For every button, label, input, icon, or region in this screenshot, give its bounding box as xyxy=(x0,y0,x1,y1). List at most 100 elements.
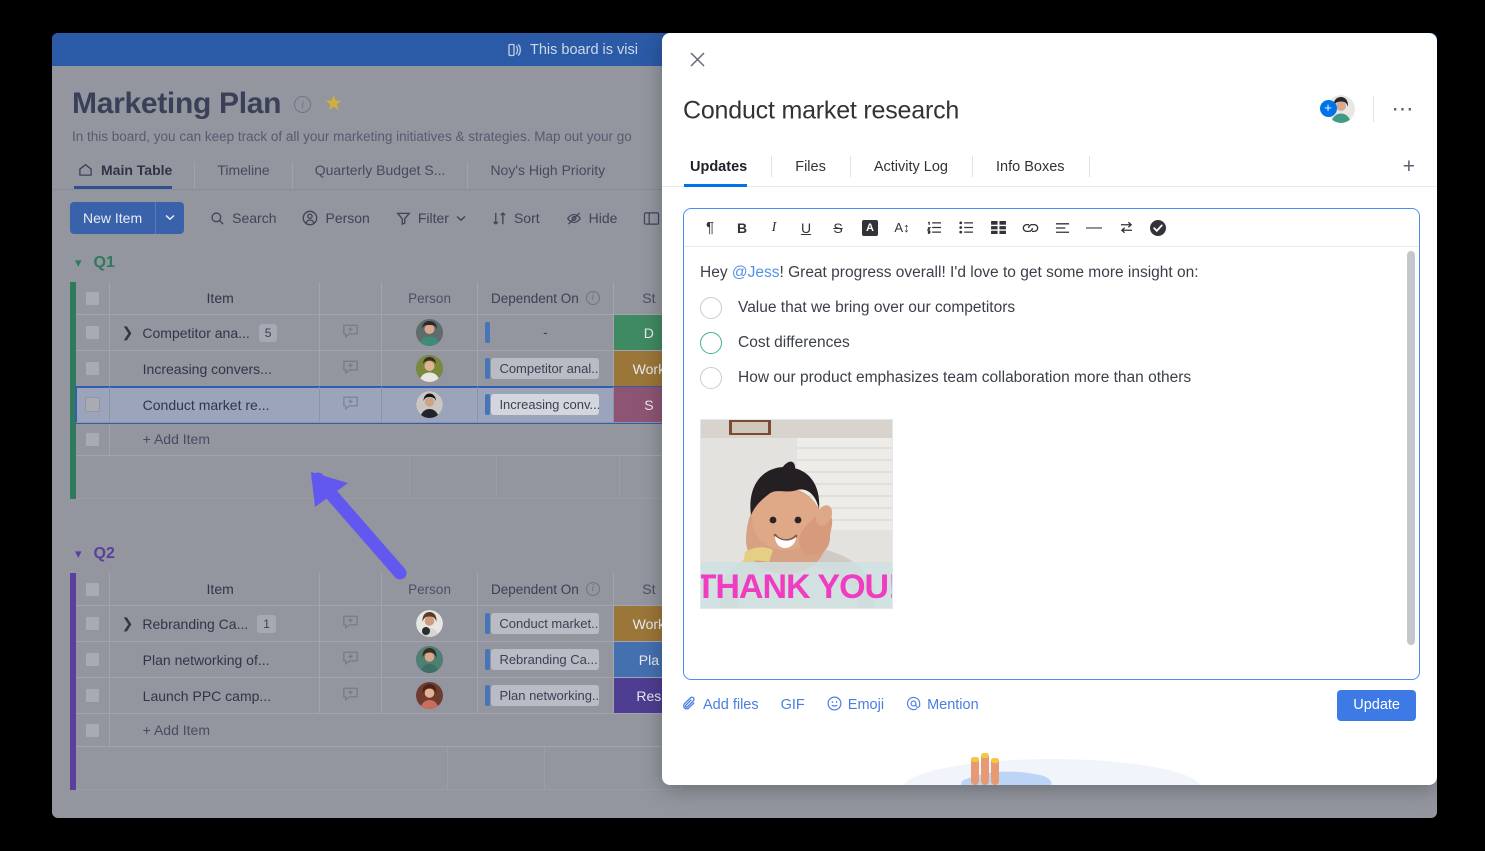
checkbox-unchecked-icon[interactable] xyxy=(700,297,722,320)
bulleted-list-icon[interactable] xyxy=(950,213,982,243)
select-all-checkbox[interactable] xyxy=(84,290,100,306)
row-checkbox-cell[interactable] xyxy=(76,387,110,423)
thank-you-gif[interactable]: THANK YOU! xyxy=(700,419,893,610)
avatar[interactable] xyxy=(416,610,444,637)
board-tab-main-table[interactable]: Main Table xyxy=(70,162,194,189)
indent-icon[interactable] xyxy=(1110,213,1142,243)
row-item-cell[interactable]: Plan networking of... xyxy=(109,642,320,678)
avatar[interactable]: + xyxy=(1319,95,1355,123)
add-item-button[interactable]: + Add Item xyxy=(109,423,320,456)
favorite-star-icon[interactable]: ★ xyxy=(324,93,343,114)
filter-button[interactable]: Filter xyxy=(396,210,466,226)
avatar[interactable] xyxy=(416,646,444,673)
row-checkbox[interactable] xyxy=(84,325,100,340)
hide-button[interactable]: Hide xyxy=(566,210,617,226)
row-person-cell[interactable] xyxy=(382,351,479,387)
row-updates-cell[interactable] xyxy=(319,315,383,351)
column-header-dependent-on[interactable]: Dependent On i xyxy=(478,282,614,315)
add-update-icon[interactable] xyxy=(341,648,360,672)
avatar[interactable] xyxy=(416,391,444,418)
row-checkbox[interactable] xyxy=(84,722,100,738)
tab-info-boxes[interactable]: Info Boxes xyxy=(972,147,1089,186)
select-all-checkbox[interactable] xyxy=(84,581,100,597)
row-checkbox-cell[interactable] xyxy=(76,606,110,642)
emoji-button[interactable]: Emoji xyxy=(827,696,884,715)
row-checkbox[interactable] xyxy=(84,652,100,667)
more-options-icon[interactable]: ⋯ xyxy=(1392,98,1416,120)
sort-button[interactable]: Sort xyxy=(492,210,540,226)
row-checkbox-cell[interactable] xyxy=(76,351,110,387)
font-size-icon[interactable]: A↕ xyxy=(886,213,918,243)
add-item-button[interactable]: + Add Item xyxy=(109,714,320,747)
numbered-list-icon[interactable] xyxy=(918,213,950,243)
new-item-button[interactable]: New Item xyxy=(70,202,185,234)
add-files-button[interactable]: Add files xyxy=(683,696,759,715)
row-updates-cell[interactable] xyxy=(319,678,383,714)
checklist-item[interactable]: Value that we bring over our competitors xyxy=(700,297,1399,320)
expand-subitems-icon[interactable]: ❯ xyxy=(122,615,134,632)
select-all-cell[interactable] xyxy=(76,573,110,606)
column-header-item[interactable]: Item xyxy=(109,282,320,315)
update-editor[interactable]: ¶ B I U S A A↕ — Hey @Jess! Great progre… xyxy=(683,208,1420,680)
row-person-cell[interactable] xyxy=(382,606,479,642)
add-update-icon[interactable] xyxy=(341,684,360,708)
add-update-icon[interactable] xyxy=(341,321,360,345)
row-person-cell[interactable] xyxy=(382,678,479,714)
row-item-cell[interactable]: ❯ Rebranding Ca... 1 xyxy=(109,606,320,642)
checklist-item[interactable]: Cost differences xyxy=(700,332,1399,355)
tab-updates[interactable]: Updates xyxy=(684,147,771,187)
paragraph-icon[interactable]: ¶ xyxy=(694,213,726,243)
row-updates-cell[interactable] xyxy=(319,351,383,387)
avatar[interactable] xyxy=(416,319,444,346)
checkbox-unchecked-icon[interactable] xyxy=(700,367,722,390)
table-row[interactable]: Launch PPC camp... Plan networking... Re… xyxy=(76,678,685,714)
row-dependent-cell[interactable]: Increasing conv... xyxy=(478,387,614,423)
update-text-area[interactable]: Hey @Jess! Great progress overall! I'd l… xyxy=(684,247,1419,679)
table-row[interactable]: Increasing convers... Competitor anal...… xyxy=(76,351,685,387)
board-tab-noys-high-priority[interactable]: Noy's High Priority xyxy=(467,162,627,189)
info-icon[interactable]: i xyxy=(294,95,312,113)
link-icon[interactable] xyxy=(1014,213,1046,243)
chevron-down-icon[interactable]: ▾ xyxy=(75,546,82,562)
row-item-cell[interactable]: Increasing convers... xyxy=(109,351,320,387)
row-checkbox[interactable] xyxy=(84,616,100,631)
row-dependent-cell[interactable]: Plan networking... xyxy=(478,678,614,714)
row-dependent-cell[interactable]: Rebranding Ca... xyxy=(478,642,614,678)
row-checkbox[interactable] xyxy=(84,431,100,447)
select-all-cell[interactable] xyxy=(76,282,110,315)
checklist-icon[interactable] xyxy=(1142,213,1174,243)
add-subscriber-icon[interactable]: + xyxy=(1319,100,1337,117)
add-item-row[interactable]: + Add Item xyxy=(76,714,685,747)
row-person-cell[interactable] xyxy=(382,642,479,678)
search-button[interactable]: Search xyxy=(210,210,276,226)
row-updates-cell[interactable] xyxy=(319,606,383,642)
mention-button[interactable]: Mention xyxy=(906,696,979,715)
gif-button[interactable]: GIF xyxy=(781,697,805,713)
row-checkbox-cell[interactable] xyxy=(76,315,110,351)
info-icon[interactable]: i xyxy=(585,291,600,305)
column-header-item[interactable]: Item xyxy=(109,573,320,606)
row-updates-cell[interactable] xyxy=(319,642,383,678)
row-checkbox[interactable] xyxy=(84,397,100,412)
row-dependent-cell[interactable]: Competitor anal... xyxy=(478,351,614,387)
row-dependent-cell[interactable]: - xyxy=(478,315,614,351)
row-updates-cell[interactable] xyxy=(319,387,383,423)
board-tab-timeline[interactable]: Timeline xyxy=(194,162,291,189)
row-person-cell[interactable] xyxy=(382,315,479,351)
tab-files[interactable]: Files xyxy=(771,147,850,186)
column-header-person[interactable]: Person xyxy=(382,573,479,606)
chevron-down-icon[interactable] xyxy=(156,212,184,224)
mention-link[interactable]: @Jess xyxy=(732,264,780,281)
board-layout-icon[interactable] xyxy=(643,211,660,226)
row-dependent-cell[interactable]: Conduct market... xyxy=(478,606,614,642)
table-row-selected[interactable]: Conduct market re... Increasing conv... … xyxy=(75,386,686,424)
tab-activity-log[interactable]: Activity Log xyxy=(849,147,972,186)
chevron-down-icon[interactable]: ▾ xyxy=(75,255,82,271)
column-header-dependent-on[interactable]: Dependent On i xyxy=(478,573,614,606)
close-icon[interactable] xyxy=(684,49,710,75)
strikethrough-icon[interactable]: S xyxy=(822,213,854,243)
column-header-person[interactable]: Person xyxy=(382,282,479,315)
add-update-icon[interactable] xyxy=(341,612,360,636)
row-checkbox[interactable] xyxy=(84,688,100,703)
board-tab-quarterly-budget[interactable]: Quarterly Budget S... xyxy=(291,162,468,189)
